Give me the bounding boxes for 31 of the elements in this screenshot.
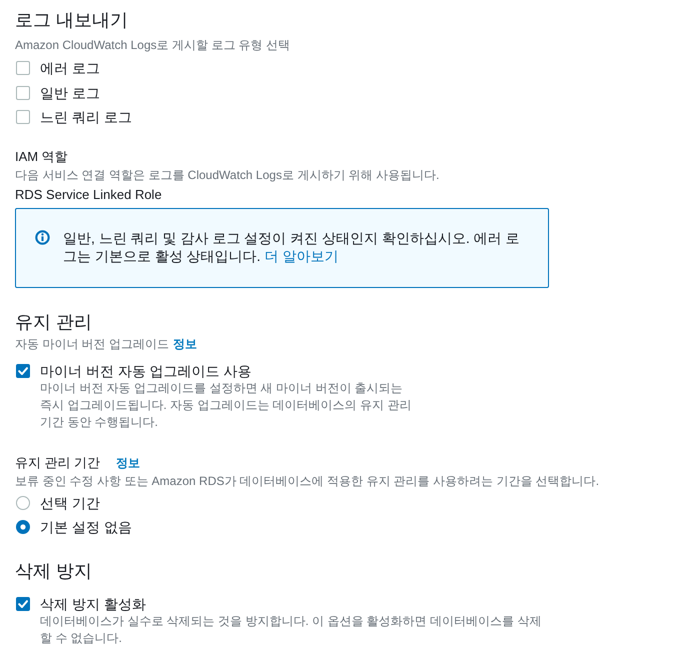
info-link[interactable]: 정보 bbox=[173, 336, 198, 352]
checkbox-label[interactable]: 에러 로그 bbox=[40, 58, 100, 78]
checkbox[interactable] bbox=[16, 61, 30, 76]
checkbox-label[interactable]: 느린 쿼리 로그 bbox=[40, 107, 132, 128]
field-label: 자동 마이너 버전 업그레이드 bbox=[15, 336, 170, 352]
checkbox[interactable] bbox=[16, 596, 30, 610]
info-icon bbox=[35, 230, 50, 244]
section-description: Amazon CloudWatch Logs로 게시할 로그 유형 선택 bbox=[15, 37, 290, 53]
field-label: IAM 역할 bbox=[15, 148, 68, 166]
info-link[interactable]: 정보 bbox=[116, 454, 140, 472]
checkbox-label[interactable]: 일반 로그 bbox=[40, 82, 100, 103]
checkbox[interactable] bbox=[16, 364, 30, 378]
section-title: 로그 내보내기 bbox=[15, 9, 128, 32]
radio-button[interactable] bbox=[16, 520, 30, 534]
section-title: 유지 관리 bbox=[15, 310, 92, 334]
field-description: 다음 서비스 연결 역할은 로그를 CloudWatch Logs로 게시하기 위해 사용됩니다. bbox=[15, 166, 440, 182]
checkbox[interactable] bbox=[16, 86, 30, 100]
alert-message: 일반, 느린 쿼리 및 감사 로그 설정이 켜진 상태인지 확인하십시오. 에러 로그는 기본으로 활성 상태입니다. 더 알아보기 bbox=[63, 228, 521, 264]
checkbox[interactable] bbox=[16, 110, 30, 124]
option-description: 마이너 버전 자동 업그레이드를 설정하면 새 마이너 버전이 출시되는 즉시 업그레이드됩니다. 자동 업그레이드는 데이터베이스의 유지 관리 기간 동안 수행됩니다. bbox=[40, 380, 412, 430]
role-name: RDS Service Linked Role bbox=[15, 186, 162, 204]
option-description: 데이터베이스가 실수로 삭제되는 것을 방지합니다. 이 옵션을 활성화하면 데이터베이스를 삭제할 수 없습니다. bbox=[40, 612, 542, 646]
section-title: 삭제 방지 bbox=[15, 560, 92, 582]
radio-label[interactable]: 선택 기간 bbox=[40, 492, 100, 513]
learn-more-link[interactable]: 더 알아보기 bbox=[264, 248, 338, 264]
checkbox-label[interactable]: 마이너 버전 자동 업그레이드 사용 bbox=[40, 362, 252, 380]
radio-button[interactable] bbox=[16, 496, 30, 510]
radio-label[interactable]: 기본 설정 없음 bbox=[40, 517, 132, 538]
field-label: 유지 관리 기간 bbox=[15, 454, 100, 472]
checkbox-label[interactable]: 삭제 방지 활성화 bbox=[40, 594, 146, 612]
field-description: 보류 중인 수정 사항 또는 Amazon RDS가 데이터베이스에 적용한 유지 관리를 사용하려는 기간을 선택합니다. bbox=[15, 472, 600, 488]
